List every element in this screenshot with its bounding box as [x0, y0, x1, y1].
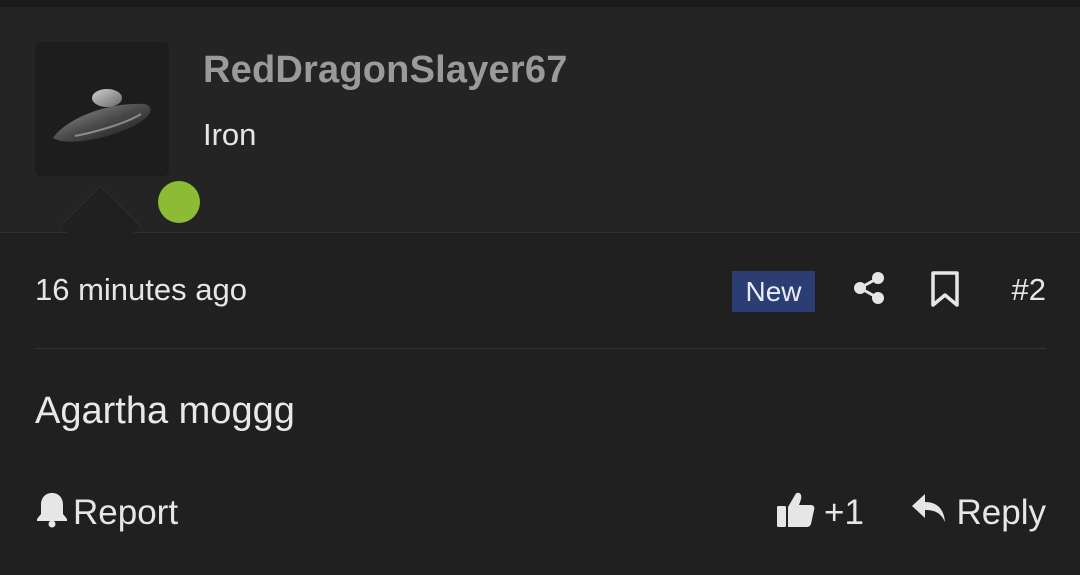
- avatar[interactable]: [35, 42, 200, 223]
- user-title: Iron: [203, 117, 257, 152]
- reply-label: Reply: [956, 493, 1046, 532]
- forum-post: RedDragonSlayer67 Iron 16 minutes ago Ne…: [0, 0, 1080, 575]
- divider: [35, 348, 1046, 349]
- bookmark-icon[interactable]: [930, 270, 960, 313]
- post-message: Agartha moggg: [35, 390, 295, 432]
- reply-arrow-icon: [911, 492, 947, 535]
- like-count: +1: [824, 493, 864, 532]
- share-icon[interactable]: [852, 271, 886, 310]
- top-border: [0, 0, 1080, 7]
- reply-button[interactable]: Reply: [911, 488, 1046, 538]
- post-actions: Report +1 Reply: [35, 488, 1046, 543]
- bell-icon: [35, 490, 69, 537]
- report-label: Report: [73, 493, 179, 532]
- online-status-dot: [158, 181, 200, 223]
- thumbs-up-icon: [776, 489, 816, 538]
- ufo-icon: [53, 89, 151, 142]
- post-meta: 16 minutes ago New #2: [35, 260, 1046, 320]
- post-timestamp[interactable]: 16 minutes ago: [35, 272, 247, 308]
- like-button[interactable]: +1: [776, 488, 864, 538]
- user-header: RedDragonSlayer67 Iron: [0, 7, 1080, 233]
- username[interactable]: RedDragonSlayer67: [203, 49, 568, 92]
- new-badge: New: [732, 271, 815, 312]
- post-number-link[interactable]: #2: [1012, 272, 1046, 308]
- report-button[interactable]: Report: [35, 488, 178, 538]
